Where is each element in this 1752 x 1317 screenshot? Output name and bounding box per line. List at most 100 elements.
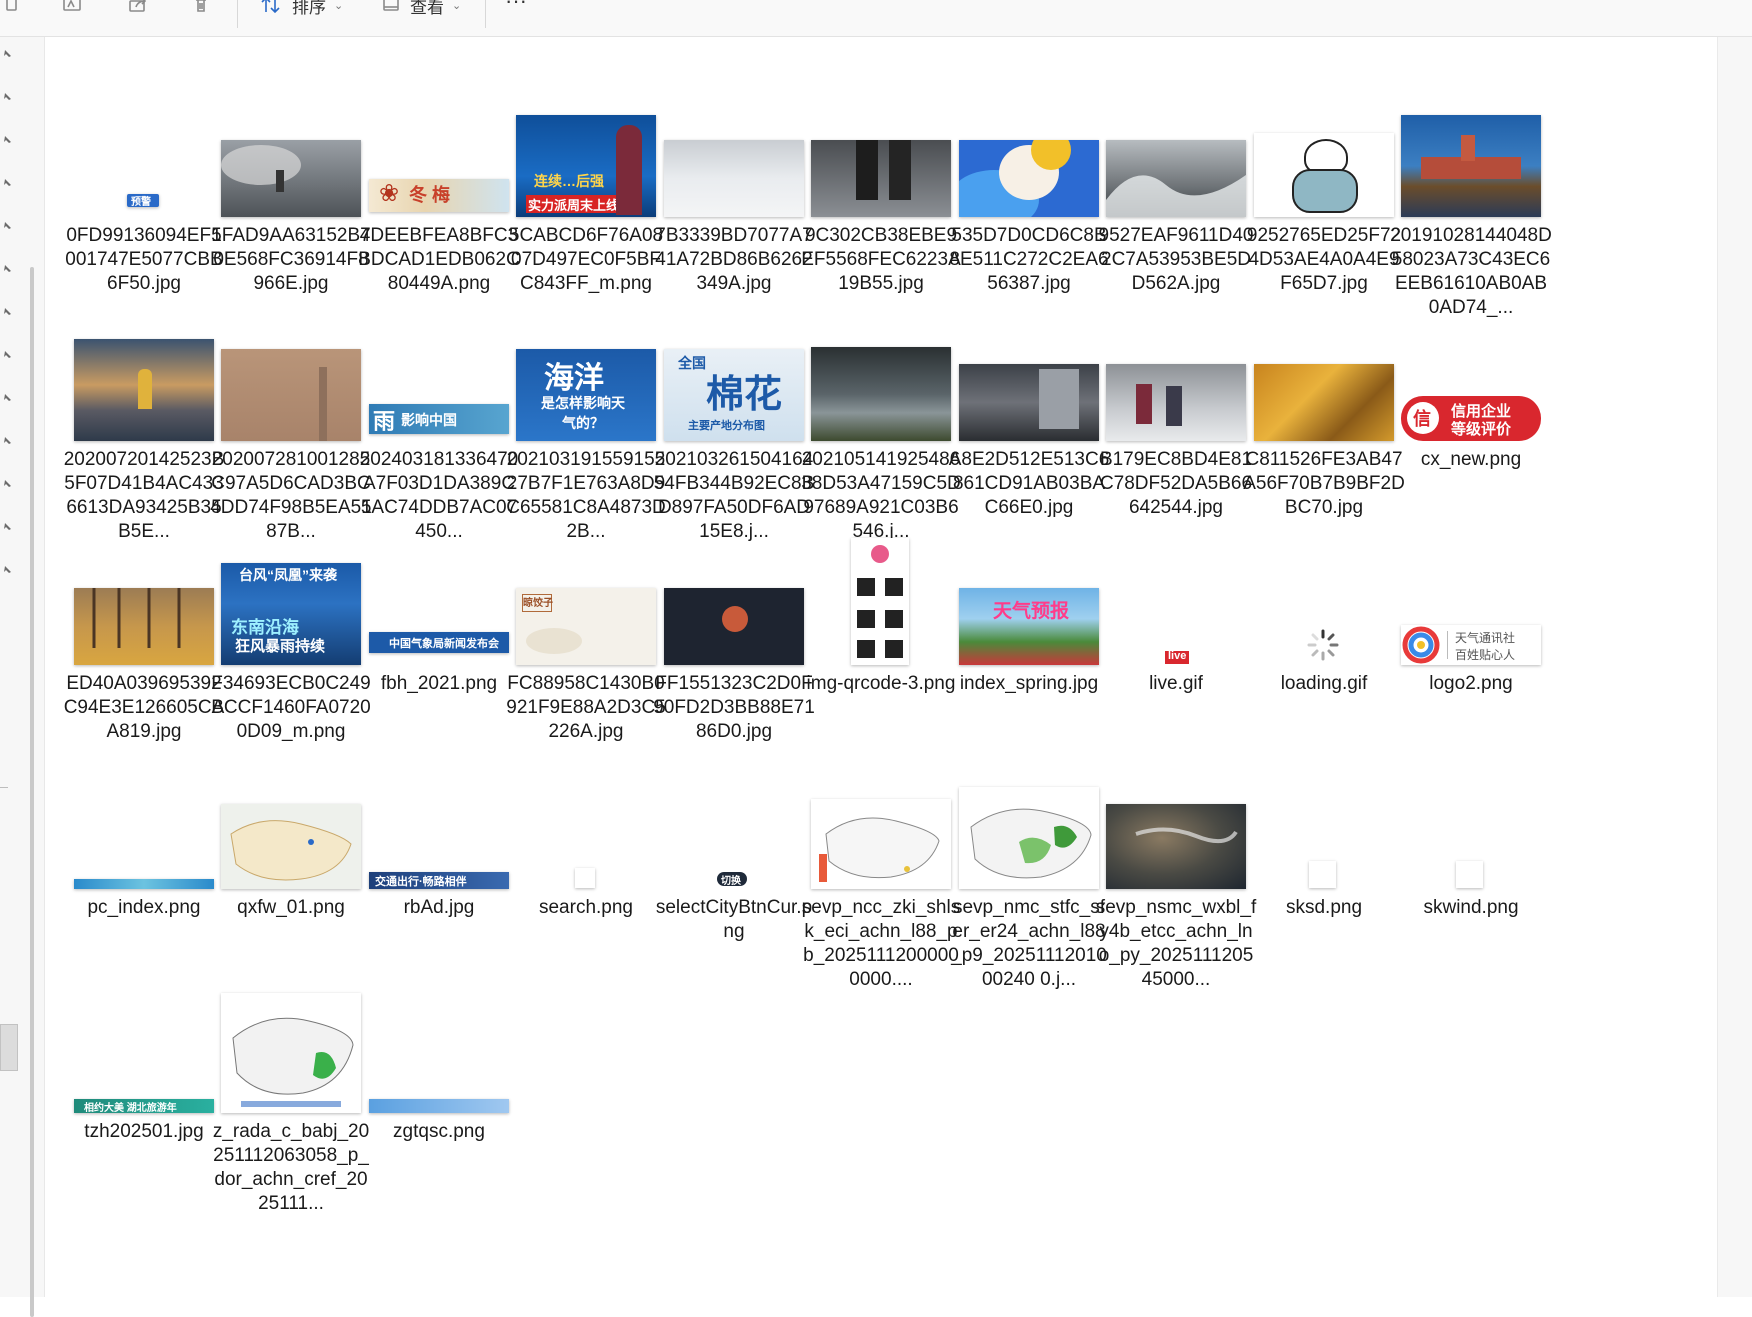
file-thumbnail xyxy=(1106,364,1246,441)
share-icon xyxy=(129,0,147,12)
file-name: 0FD99136094EF5001747E5077CBB6F50.jpg xyxy=(65,225,223,294)
file-item[interactable]: 全国 棉花 主要产地分布图 20210326150416454FB344B92E… xyxy=(654,301,814,542)
pin-icon[interactable] xyxy=(0,348,14,362)
file-name: rbAd.jpg xyxy=(403,897,475,918)
file-item[interactable]: C811526FE3AB47A56F70B7B9BF2DBC70.jpg xyxy=(1243,301,1405,541)
file-name: index_spring.jpg xyxy=(959,673,1099,694)
pin-icon[interactable] xyxy=(0,219,14,233)
file-item[interactable]: 9527EAF9611D402C7A53953BE5DD562A.jpg xyxy=(1099,77,1253,317)
more-button[interactable]: ··· xyxy=(505,0,527,13)
copy-button[interactable] xyxy=(4,0,20,16)
nav-divider xyxy=(0,787,8,788)
file-item[interactable]: 1FAD9AA63152B70E568FC36914F8966E.jpg xyxy=(211,77,371,317)
file-name: FF1551323C2D0F90FD2D3BB88E7186D0.jpg xyxy=(653,673,815,742)
toolbar-separator xyxy=(237,0,238,28)
file-item[interactable]: 台风“凤凰”来袭 东南沿海 狂风暴雨持续 F34693ECB0C249BCCF1… xyxy=(211,525,371,765)
file-name: fbh_2021.png xyxy=(380,673,498,694)
pin-icon[interactable] xyxy=(0,391,14,405)
file-item[interactable]: 20210514192548638D53A47159C5D97689A921C0… xyxy=(801,301,961,542)
file-item[interactable]: 连续…后强 实力派周末上线 5CABCD6F76A0807D497EC0F5BF… xyxy=(509,77,663,317)
file-item[interactable]: 相约大美 湖北旅游年 tzh202501.jpg xyxy=(69,973,219,1213)
file-name: tzh202501.jpg xyxy=(84,1121,204,1142)
file-item[interactable]: qxfw_01.png xyxy=(216,749,366,989)
file-item[interactable]: skwind.png xyxy=(1396,749,1546,989)
file-thumbnail: 台风“凤凰”来袭 东南沿海 狂风暴雨持续 xyxy=(221,563,361,665)
pin-icon[interactable] xyxy=(0,563,14,577)
rename-button[interactable] xyxy=(62,0,82,16)
file-item[interactable]: search.png xyxy=(511,749,661,989)
pin-icon[interactable] xyxy=(0,90,14,104)
file-thumbnail: live xyxy=(1165,651,1189,664)
file-name: FC88958C1430B0921F9E88A2D3C5226A.jpg xyxy=(506,673,666,742)
file-item[interactable]: sevp_ncc_zki_shlsk_eci_achn_l88_pb_20251… xyxy=(802,749,960,990)
chevron-down-icon: ⌄ xyxy=(334,0,344,12)
file-name: sevp_ncc_zki_shlsk_eci_achn_l88_pb_20251… xyxy=(801,897,961,990)
file-item[interactable]: z_rada_c_babj_20251112063058_p_dor_achn_… xyxy=(213,973,369,1214)
file-thumbnail xyxy=(221,804,361,889)
file-thumbnail: 天气预报 xyxy=(959,588,1099,665)
file-item[interactable]: 20200720142523B5F07D41B4AC4336613DA93425… xyxy=(64,301,224,542)
file-thumbnail xyxy=(1106,804,1246,889)
file-name: cx_new.png xyxy=(1420,449,1522,470)
content-scroll-gutter[interactable] xyxy=(1717,37,1752,1297)
delete-button[interactable] xyxy=(193,0,209,16)
file-item[interactable]: 晾饺子 FC88958C1430B0921F9E88A2D3C5226A.jpg xyxy=(506,525,666,765)
view-label: 查看 xyxy=(410,0,444,17)
pin-icon[interactable] xyxy=(0,520,14,534)
pin-icon[interactable] xyxy=(0,47,14,61)
file-item[interactable]: sevp_nsmc_wxbl_fy4b_etcc_achn_lno_py_202… xyxy=(1096,749,1256,990)
file-thumbnail: 晾饺子 xyxy=(516,588,656,665)
file-item[interactable]: 7B3339BD7077A741A72BD86B6262349A.jpg xyxy=(655,77,813,317)
sort-button[interactable]: 排序 ⌄ xyxy=(260,0,344,17)
file-item[interactable]: 信 信用企业 等级评价 cx_new.png xyxy=(1396,301,1546,541)
file-item[interactable]: 天气预报 index_spring.jpg xyxy=(954,525,1104,765)
pin-icon[interactable] xyxy=(0,262,14,276)
file-item[interactable]: 20191028144048D58023A73C43EC6EEB61610AB0… xyxy=(1390,77,1552,318)
file-item[interactable]: FF1551323C2D0F90FD2D3BB88E7186D0.jpg xyxy=(653,525,815,765)
file-name: ED40A039695392C94E3E126605CAA819.jpg xyxy=(63,673,225,742)
file-item[interactable]: 雨 影响中国 202403181336470A7F03D1DA389C5AC74… xyxy=(360,301,518,542)
file-thumbnail xyxy=(851,538,909,665)
file-item[interactable]: loading.gif xyxy=(1249,525,1399,765)
file-item[interactable]: live live.gif xyxy=(1101,525,1251,765)
file-name: qxfw_01.png xyxy=(237,897,345,918)
file-item[interactable]: 9C302CB38EBE9EF5568FEC6223A19B55.jpg xyxy=(801,77,961,317)
view-button[interactable]: 查看 ⌄ xyxy=(382,0,462,17)
chevron-down-icon: ⌄ xyxy=(452,0,462,12)
file-item[interactable]: 海洋 是怎样影响天气的？ 20210319155915527B7F1E763A8… xyxy=(506,301,666,542)
file-thumbnail xyxy=(811,347,951,441)
navigation-pane xyxy=(0,37,45,1317)
file-item[interactable]: zgtqsc.png xyxy=(364,973,514,1213)
file-name: 4DEEBFEA8BFC3BDCAD1EDB062C80449A.png xyxy=(358,225,520,294)
file-thumbnail: 中国气象局新闻发布会 xyxy=(369,632,509,653)
file-item[interactable]: ❀ 冬 梅 4DEEBFEA8BFC3BDCAD1EDB062C80449A.p… xyxy=(358,77,520,317)
file-thumbnail xyxy=(1401,115,1541,217)
file-item[interactable]: 预警 0FD99136094EF5001747E5077CBB6F50.jpg xyxy=(65,77,223,317)
file-name: 5CABCD6F76A0807D497EC0F5BFC843FF_m.png xyxy=(508,225,664,294)
file-item[interactable]: ED40A039695392C94E3E126605CAA819.jpg xyxy=(64,525,224,765)
file-item[interactable]: 9252765ED25F724D53AE4A0A4E9F65D7.jpg xyxy=(1247,77,1401,317)
nav-scrollbar[interactable] xyxy=(30,267,34,1317)
file-item[interactable]: A8E2D512E513C6861CD91AB03BAC66E0.jpg xyxy=(949,301,1109,541)
file-item[interactable]: 切换 selectCityBtnCur.png xyxy=(656,749,812,989)
file-item[interactable]: 交通出行·畅路相伴 rbAd.jpg xyxy=(364,749,514,989)
file-item[interactable]: 中国气象局新闻发布会 fbh_2021.png xyxy=(364,525,514,765)
pin-icon[interactable] xyxy=(0,305,14,319)
file-item[interactable]: 天气通讯社 百姓贴心人 logo2.png xyxy=(1396,525,1546,765)
file-item[interactable]: B179EC8BD4E81C78DF52DA5B66642544.jpg xyxy=(1100,301,1252,541)
pin-icon[interactable] xyxy=(0,477,14,491)
file-item[interactable]: 535D7D0CD6C8B8E511C272C2EA656387.jpg xyxy=(949,77,1109,317)
file-item[interactable]: img-qrcode-3.png xyxy=(806,525,956,765)
file-item[interactable]: pc_index.png xyxy=(69,749,219,989)
file-name: logo2.png xyxy=(1429,673,1513,694)
copy-icon xyxy=(6,0,17,11)
file-item[interactable]: 202007281001285C97A5D6CAD3BC4DD74F98B5EA… xyxy=(210,301,372,542)
file-item[interactable]: sksd.png xyxy=(1249,749,1399,989)
file-item[interactable]: sevp_nmc_stfc_sfer_er24_achn_l88_p9_2025… xyxy=(951,749,1107,990)
file-thumbnail xyxy=(221,140,361,217)
nav-scroll-thumb[interactable] xyxy=(0,1024,18,1071)
pin-icon[interactable] xyxy=(0,133,14,147)
share-button[interactable] xyxy=(128,0,148,16)
pin-icon[interactable] xyxy=(0,434,14,448)
pin-icon[interactable] xyxy=(0,176,14,190)
